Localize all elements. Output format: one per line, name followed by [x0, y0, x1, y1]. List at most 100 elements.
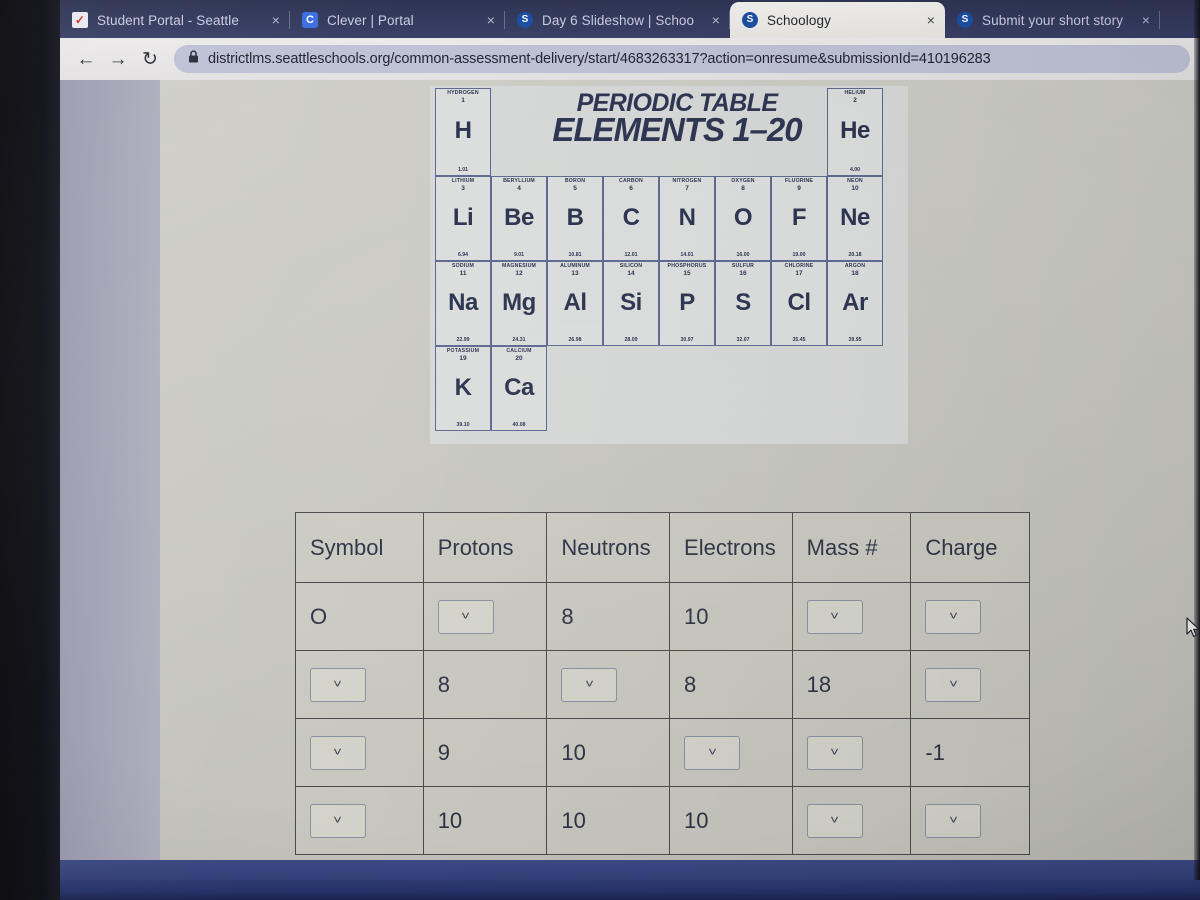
element-symbol: C	[622, 203, 640, 231]
tab-title: Student Portal - Seattle	[97, 12, 239, 28]
chevron-down-icon: ˅	[333, 676, 343, 691]
column-header-electrons: Electrons	[669, 512, 793, 583]
schoology-s-icon: S	[517, 12, 533, 28]
checkmark-icon: ✓	[72, 12, 88, 28]
cell-symbol[interactable]: ˅	[295, 650, 424, 719]
cell-charge[interactable]: ˅	[910, 650, 1030, 719]
select-dropdown[interactable]: ˅	[806, 599, 863, 634]
chevron-down-icon: ˅	[461, 608, 471, 623]
browser-tab-5[interactable]: S Submit your short story ×	[945, 2, 1160, 38]
cell-neutrons: 10	[546, 718, 671, 787]
reload-button[interactable]: ↻	[134, 43, 166, 75]
select-dropdown[interactable]: ˅	[310, 735, 366, 770]
element-atomic-number: 7	[685, 185, 689, 192]
lock-icon	[188, 50, 199, 68]
tab-close-icon[interactable]: ×	[712, 13, 720, 27]
chevron-down-icon: ˅	[333, 812, 343, 827]
element-atomic-mass: 14.01	[680, 252, 694, 258]
periodic-table-title: PERIODIC TABLE ELEMENTS 1–20	[482, 91, 872, 147]
cell-mass[interactable]: ˅	[791, 718, 912, 787]
cell-mass: 18	[791, 650, 912, 719]
element-atomic-number: 1	[461, 97, 465, 104]
element-atomic-mass: 40.08	[512, 422, 526, 428]
cell-symbol[interactable]: ˅	[295, 786, 424, 855]
column-header-charge: Charge	[910, 512, 1030, 583]
browser-tab-2[interactable]: C Clever | Portal ×	[290, 2, 505, 38]
element-cell: CARBON 6 C 12.01	[603, 176, 659, 261]
browser-tab-4[interactable]: S Schoology ×	[730, 2, 945, 38]
cell-mass[interactable]: ˅	[791, 582, 912, 651]
element-cell: FLUORINE 9 F 19.00	[771, 176, 827, 261]
tab-close-icon[interactable]: ×	[1142, 13, 1150, 27]
column-header-symbol: Symbol	[295, 512, 424, 583]
element-symbol: O	[733, 203, 753, 231]
element-atomic-mass: 28.09	[624, 337, 638, 343]
element-symbol: Ca	[504, 373, 534, 401]
screen-bezel-right	[1194, 0, 1200, 880]
select-dropdown[interactable]: ˅	[925, 667, 982, 702]
page-bottom-band	[60, 860, 1200, 880]
periodic-table-image: PERIODIC TABLE ELEMENTS 1–20 HYDROGEN 1 H 1…	[430, 86, 908, 444]
element-symbol: F	[791, 203, 807, 231]
cell-charge[interactable]: ˅	[910, 786, 1030, 855]
element-cell: SILICON 14 Si 28.09	[603, 261, 659, 346]
select-dropdown[interactable]: ˅	[310, 803, 366, 838]
element-symbol: Na	[448, 288, 478, 316]
tab-title: Submit your short story	[982, 12, 1124, 28]
element-atomic-mass: 10.81	[568, 252, 582, 258]
select-dropdown[interactable]: ˅	[310, 667, 366, 702]
address-bar[interactable]: districtlms.seattleschools.org/common-as…	[174, 45, 1190, 73]
mouse-cursor	[1186, 617, 1200, 639]
element-symbol: Mg	[502, 288, 536, 316]
tab-strip: ✓ Student Portal - Seattle × C Clever | Port…	[60, 0, 1200, 38]
element-cell: CALCIUM 20 Ca 40.08	[491, 346, 547, 431]
cell-mass[interactable]: ˅	[791, 786, 912, 855]
browser-tab-1[interactable]: ✓ Student Portal - Seattle ×	[60, 2, 290, 38]
screen-photo: ✓ Student Portal - Seattle × C Clever | Port…	[0, 0, 1200, 900]
tab-close-icon[interactable]: ×	[272, 13, 280, 27]
element-cell: SULFUR 16 S 32.07	[715, 261, 771, 346]
element-cell: HELIUM 2 He 4.00	[827, 88, 883, 176]
cell-electrons: 8	[669, 650, 793, 719]
select-dropdown[interactable]: ˅	[806, 803, 863, 838]
forward-button[interactable]: →	[102, 43, 134, 75]
element-atomic-number: 13	[571, 270, 579, 277]
tab-title: Clever | Portal	[327, 12, 414, 28]
element-atomic-number: 14	[627, 270, 635, 277]
element-atomic-number: 18	[851, 270, 859, 277]
element-cell: BORON 5 B 10.81	[547, 176, 603, 261]
element-atomic-mass: 22.99	[456, 337, 470, 343]
table-header: Symbol Protons Neutrons Electrons Mass # Char…	[295, 512, 1030, 583]
element-symbol: Al	[563, 288, 588, 316]
select-dropdown[interactable]: ˅	[806, 735, 863, 770]
cell-charge[interactable]: ˅	[910, 582, 1030, 651]
select-dropdown[interactable]: ˅	[561, 667, 618, 702]
tab-close-icon[interactable]: ×	[927, 13, 935, 27]
element-atomic-number: 19	[459, 355, 467, 362]
table-row: ˅ 8 ˅ 8 18 ˅	[295, 650, 1030, 719]
element-atomic-number: 15	[683, 270, 691, 277]
cell-protons[interactable]: ˅	[422, 582, 548, 651]
tab-title: Day 6 Slideshow | Schoo	[542, 12, 695, 28]
select-dropdown[interactable]: ˅	[925, 599, 982, 634]
browser-tab-3[interactable]: S Day 6 Slideshow | Schoo ×	[505, 2, 730, 38]
element-cell: POTASSIUM 19 K 39.10	[435, 346, 491, 431]
element-symbol: He	[840, 116, 870, 144]
column-header-mass: Mass #	[791, 512, 912, 583]
tab-close-icon[interactable]: ×	[487, 13, 495, 27]
cell-protons: 8	[422, 650, 548, 719]
back-button[interactable]: ←	[70, 43, 102, 75]
element-atomic-number: 8	[741, 185, 745, 192]
cell-electrons[interactable]: ˅	[669, 718, 793, 787]
element-cell: ARGON 18 Ar 39.95	[827, 261, 883, 346]
cell-symbol[interactable]: ˅	[295, 718, 424, 787]
select-dropdown[interactable]: ˅	[925, 803, 982, 838]
cell-neutrons: 10	[546, 786, 671, 855]
select-dropdown[interactable]: ˅	[437, 599, 494, 634]
chevron-down-icon: ˅	[948, 676, 958, 691]
cell-neutrons[interactable]: ˅	[546, 650, 671, 719]
element-symbol: N	[678, 203, 696, 231]
element-cell: PHOSPHORUS 15 P 30.97	[659, 261, 715, 346]
table-row: ˅ 10 10 10 ˅ ˅	[295, 786, 1030, 855]
select-dropdown[interactable]: ˅	[684, 735, 741, 770]
